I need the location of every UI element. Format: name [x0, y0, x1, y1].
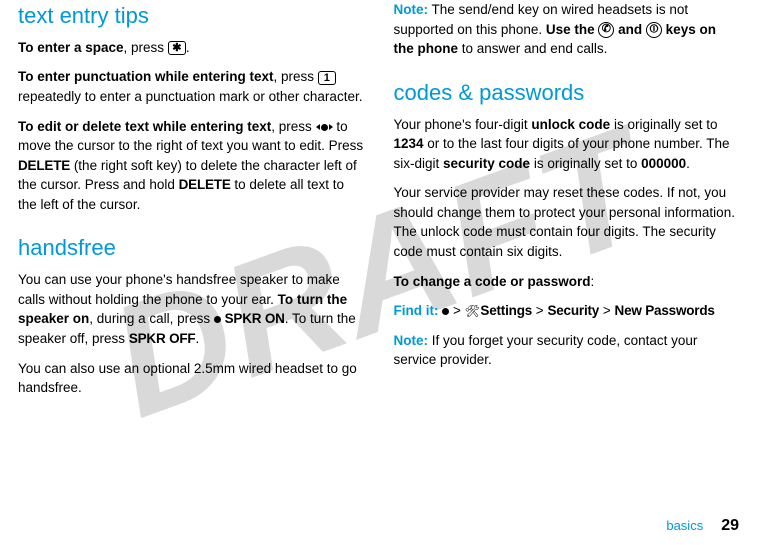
- left-column: text entry tips To enter a space, press …: [18, 0, 364, 510]
- text: is originally set to: [530, 156, 641, 171]
- key-end: ⏼: [646, 22, 662, 38]
- para-find-it: Find it: > 🛠 Settings > Security > New P…: [394, 301, 740, 321]
- para-reset-codes: Your service provider may reset these co…: [394, 183, 740, 261]
- text: repeatedly to enter a punctuation mark o…: [18, 89, 362, 104]
- softkey-delete: DELETE: [179, 177, 231, 192]
- text-bold: To edit or delete text while entering te…: [18, 119, 271, 134]
- para-edit-delete: To edit or delete text while entering te…: [18, 117, 364, 215]
- center-key-icon: [214, 316, 221, 323]
- softkey-spkr-on: SPKR ON: [225, 311, 285, 326]
- heading-handsfree: handsfree: [18, 232, 364, 264]
- text-bold: 1234: [394, 136, 424, 151]
- page-number: 29: [721, 517, 739, 534]
- text-bold: 000000: [641, 156, 686, 171]
- key-1: 1: [318, 71, 336, 85]
- text: .: [186, 40, 190, 55]
- menu-security: Security: [547, 303, 599, 318]
- text: .: [686, 156, 690, 171]
- footer-section-label: basics: [666, 518, 703, 533]
- para-note-headset: Note: The send/end key on wired headsets…: [394, 0, 740, 59]
- heading-codes-passwords: codes & passwords: [394, 77, 740, 109]
- text-bold: To enter a space: [18, 40, 124, 55]
- text: If you forget your security code, contac…: [394, 333, 698, 368]
- text: , press: [124, 40, 168, 55]
- para-unlock-code: Your phone's four-digit unlock code is o…: [394, 115, 740, 174]
- right-column: Note: The send/end key on wired headsets…: [394, 0, 740, 510]
- para-enter-punct: To enter punctuation while entering text…: [18, 67, 364, 106]
- menu-new-passwords: New Passwords: [615, 303, 715, 318]
- text: >: [599, 303, 614, 318]
- key-send: ✆: [598, 22, 614, 38]
- para-handsfree: You can use your phone's handsfree speak…: [18, 270, 364, 348]
- page-footer: basics 29: [666, 517, 739, 535]
- softkey-delete: DELETE: [18, 158, 70, 173]
- text-bold: security code: [443, 156, 530, 171]
- menu-settings: Settings: [480, 303, 532, 318]
- text: .: [195, 331, 199, 346]
- para-note-forgot: Note: If you forget your security code, …: [394, 331, 740, 370]
- text-bold: Use the: [546, 22, 599, 37]
- text-bold: and: [614, 22, 646, 37]
- note-label: Note:: [394, 333, 429, 348]
- heading-text-entry-tips: text entry tips: [18, 0, 364, 32]
- text: Your phone's four-digit: [394, 117, 532, 132]
- text: , during a call, press: [89, 311, 214, 326]
- text: , press: [274, 69, 318, 84]
- nav-key-icon: [316, 124, 333, 131]
- para-headset: You can also use an optional 2.5mm wired…: [18, 359, 364, 398]
- settings-icon: 🛠: [465, 303, 477, 320]
- para-enter-space: To enter a space, press ✱.: [18, 38, 364, 58]
- key-star: ✱: [168, 41, 186, 55]
- text: >: [449, 303, 464, 318]
- text-bold: unlock code: [531, 117, 610, 132]
- text-bold: To change a code or password: [394, 274, 591, 289]
- text: is originally set to: [610, 117, 717, 132]
- softkey-spkr-off: SPKR OFF: [129, 331, 196, 346]
- text: to answer and end calls.: [458, 41, 607, 56]
- find-it-label: Find it:: [394, 303, 443, 318]
- text: >: [532, 303, 547, 318]
- text: :: [591, 274, 595, 289]
- text: , press: [271, 119, 315, 134]
- content-columns: text entry tips To enter a space, press …: [0, 0, 757, 510]
- para-change-code: To change a code or password:: [394, 272, 740, 292]
- note-label: Note:: [394, 2, 429, 17]
- text-bold: To enter punctuation while entering text: [18, 69, 274, 84]
